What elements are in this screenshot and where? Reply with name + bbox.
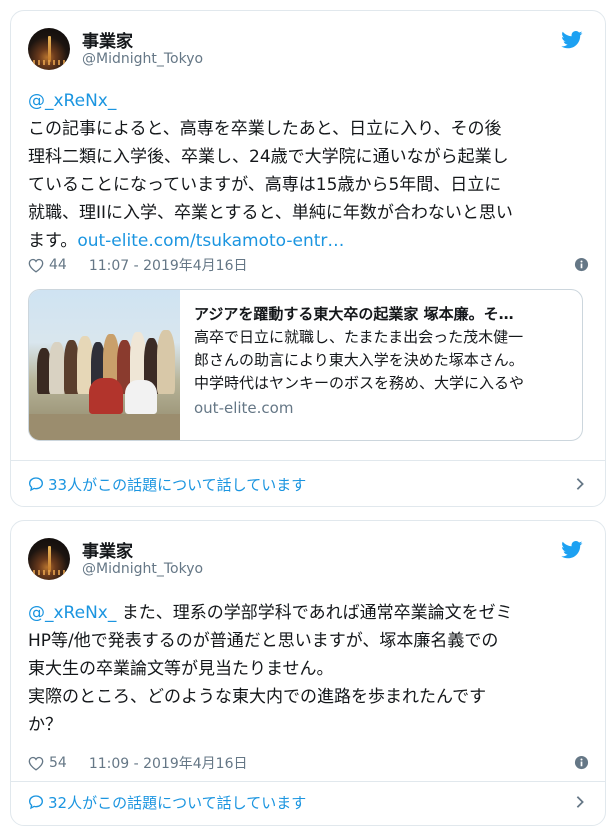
conversation-text[interactable]: 33人がこの話題について話しています — [48, 474, 306, 495]
info-icon[interactable] — [574, 257, 589, 272]
speech-bubble-icon — [28, 477, 44, 492]
mention-link[interactable]: @_xReNx_ — [28, 603, 116, 623]
card-description: 高卒で日立に就職し、たまたま出会った茂木健一 郎さんの助言により東大入学を決めた… — [194, 328, 525, 392]
tweet-text: @_xReNx_ この記事によると、高専を卒業したあと、日立に入り、その後 理科二… — [28, 87, 591, 255]
article-link[interactable]: out-elite.com/tsukamoto-entr… — [77, 231, 344, 251]
tweet-meta: 44 11:07 - 2019年4月16日 — [28, 255, 591, 275]
speech-bubble-icon — [28, 795, 44, 810]
timestamp[interactable]: 11:07 - 2019年4月16日 — [89, 255, 248, 275]
heart-icon[interactable] — [28, 756, 44, 771]
conversation-link[interactable]: 32人がこの話題について話しています — [28, 791, 591, 813]
info-icon[interactable] — [574, 755, 589, 770]
divider — [11, 460, 605, 461]
author-handle[interactable]: @Midnight_Tokyo — [82, 51, 203, 67]
card-title[interactable]: アジアを躍動する東大卒の起業家 塚本廉。そ… — [194, 304, 568, 324]
link-preview-card[interactable]: アジアを躍動する東大卒の起業家 塚本廉。そ… 高卒で日立に就職し、たまたま出会っ… — [28, 289, 583, 441]
tweet-card: 事業家 @Midnight_Tokyo @_xReNx_ また、理系の学部学科で… — [10, 520, 606, 826]
chevron-right-icon[interactable] — [575, 795, 585, 809]
author-name[interactable]: 事業家 — [82, 537, 133, 562]
tweet-meta: 54 11:09 - 2019年4月16日 — [28, 753, 591, 773]
tweet-text: @_xReNx_ また、理系の学部学科であれば通常卒業論文をゼミ HP等/他で発… — [28, 599, 591, 739]
avatar[interactable] — [28, 538, 70, 580]
card-domain: out-elite.com — [194, 399, 294, 417]
conversation-link[interactable]: 33人がこの話題について話しています — [28, 473, 591, 495]
chevron-right-icon[interactable] — [575, 477, 585, 491]
preview-image — [29, 290, 180, 440]
timestamp[interactable]: 11:09 - 2019年4月16日 — [89, 753, 248, 773]
twitter-bird-icon[interactable] — [561, 31, 583, 49]
author-handle[interactable]: @Midnight_Tokyo — [82, 561, 203, 577]
divider — [11, 781, 605, 782]
mention-link[interactable]: @_xReNx_ — [28, 87, 591, 115]
avatar[interactable] — [28, 28, 70, 70]
conversation-text[interactable]: 32人がこの話題について話しています — [48, 792, 306, 813]
like-count[interactable]: 44 — [49, 257, 67, 273]
heart-icon[interactable] — [28, 258, 44, 273]
tweet-card: 事業家 @Midnight_Tokyo @_xReNx_ この記事によると、高専を… — [10, 10, 606, 507]
twitter-bird-icon[interactable] — [561, 541, 583, 559]
author-name[interactable]: 事業家 — [82, 27, 133, 52]
like-count[interactable]: 54 — [49, 755, 67, 771]
